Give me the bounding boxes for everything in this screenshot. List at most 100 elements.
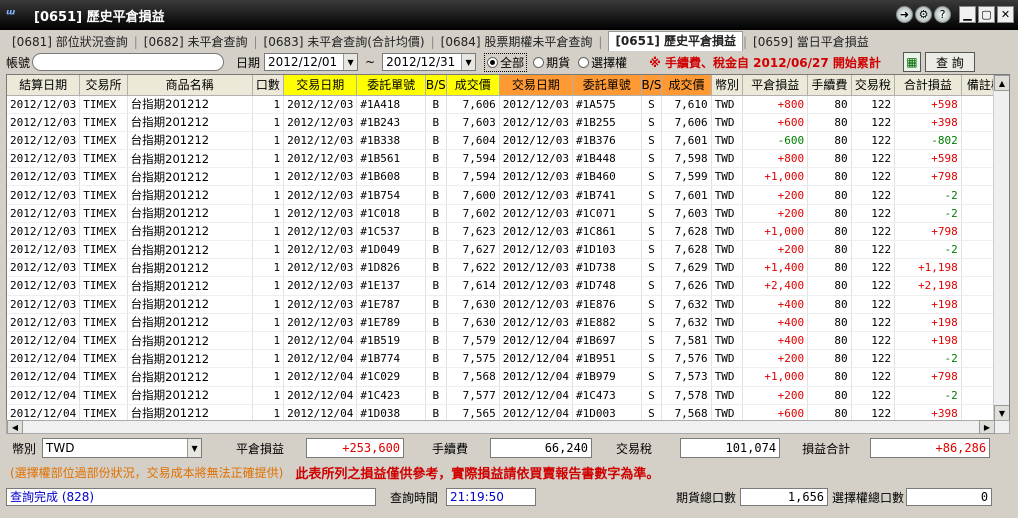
cell-realized-pnl: +400: [742, 295, 809, 314]
radio-futures-label: 期貨: [546, 55, 571, 70]
tab-0684[interactable]: [0684] 股票期權未平倉查詢: [435, 33, 599, 51]
cell-close-trade-date: 2012/12/03: [499, 295, 574, 314]
col-open-bs[interactable]: B/S: [425, 75, 447, 96]
cell-close-price: 7,632: [661, 313, 712, 332]
cell-product: 台指期201212: [127, 204, 253, 223]
chevron-down-icon[interactable]: ▼: [461, 54, 476, 70]
col-settle-date[interactable]: 結算日期: [7, 75, 81, 96]
scroll-left-icon[interactable]: ◀: [7, 420, 23, 434]
table-row[interactable]: 2012/12/04 TIMEX 台指期201212 1 2012/12/04 #1B77…: [7, 349, 1009, 369]
cell-open-bs: B: [425, 113, 447, 132]
date-to-picker[interactable]: 2012/12/31 ▼: [382, 53, 477, 71]
col-open-order-no[interactable]: 委託單號: [356, 75, 426, 96]
cell-close-price: 7,573: [661, 367, 712, 387]
table-row[interactable]: 2012/12/04 TIMEX 台指期201212 1 2012/12/04 #1C02…: [7, 367, 1009, 387]
col-currency[interactable]: 幣別: [711, 75, 744, 96]
table-row[interactable]: 2012/12/03 TIMEX 台指期201212 1 2012/12/03 #1B24…: [7, 113, 1009, 132]
cell-net-pnl: -2: [894, 386, 962, 405]
col-close-price[interactable]: 成交價: [661, 75, 712, 96]
cell-currency: TWD: [711, 258, 744, 278]
date-from-picker[interactable]: 2012/12/01 ▼: [264, 53, 359, 71]
tab-0681[interactable]: [0681] 部位狀況查詢: [6, 33, 134, 51]
cell-lots: 1: [252, 349, 285, 369]
table-row[interactable]: 2012/12/03 TIMEX 台指期201212 1 2012/12/03 #1C53…: [7, 222, 1009, 242]
col-open-price[interactable]: 成交價: [446, 75, 500, 96]
scroll-right-icon[interactable]: ▶: [979, 420, 995, 434]
cell-realized-pnl: +200: [742, 204, 809, 223]
query-button[interactable]: 查 詢: [924, 52, 975, 72]
cell-open-trade-date: 2012/12/03: [283, 222, 358, 242]
cell-fee: 80: [807, 349, 852, 369]
tab-0659[interactable]: [0659] 當日平倉損益: [747, 33, 875, 51]
cell-open-price: 7,630: [446, 295, 500, 314]
cell-close-bs: S: [641, 131, 663, 151]
cell-tax: 122: [851, 295, 896, 314]
scroll-up-icon[interactable]: ▲: [994, 75, 1009, 91]
table-row[interactable]: 2012/12/03 TIMEX 台指期201212 1 2012/12/03 #1C01…: [7, 204, 1009, 223]
scroll-down-icon[interactable]: ▼: [994, 405, 1009, 421]
cell-tax: 122: [851, 331, 896, 351]
radio-dot-icon: [578, 56, 590, 68]
table-row[interactable]: 2012/12/03 TIMEX 台指期201212 1 2012/12/03 #1E78…: [7, 313, 1009, 332]
table-row[interactable]: 2012/12/04 TIMEX 台指期201212 1 2012/12/04 #1B51…: [7, 331, 1009, 351]
col-net-pnl[interactable]: 合計損益: [894, 75, 962, 96]
chevron-down-icon[interactable]: ▼: [187, 439, 202, 457]
table-row[interactable]: 2012/12/03 TIMEX 台指期201212 1 2012/12/03 #1D82…: [7, 258, 1009, 278]
cell-open-trade-date: 2012/12/03: [283, 295, 358, 314]
cell-tax: 122: [851, 349, 896, 369]
minimize-button[interactable]: ▁: [959, 6, 976, 23]
cell-close-order-no: #1D738: [572, 258, 642, 278]
cell-close-trade-date: 2012/12/03: [499, 185, 574, 205]
forward-icon[interactable]: ➜: [896, 6, 913, 23]
table-row[interactable]: 2012/12/04 TIMEX 台指期201212 1 2012/12/04 #1C42…: [7, 386, 1009, 405]
cell-tax: 122: [851, 167, 896, 187]
tab-0683[interactable]: [0683] 未平倉查詢(合計均價): [258, 33, 431, 51]
account-input[interactable]: [32, 53, 225, 71]
vertical-scrollbar[interactable]: ▲ ▼: [993, 75, 1009, 421]
col-realized-pnl[interactable]: 平倉損益: [742, 75, 809, 96]
close-button[interactable]: ✕: [997, 6, 1014, 23]
cell-realized-pnl: +1,000: [742, 222, 809, 242]
cell-open-price: 7,579: [446, 331, 500, 351]
table-row[interactable]: 2012/12/03 TIMEX 台指期201212 1 2012/12/03 #1D04…: [7, 240, 1009, 260]
table-row[interactable]: 2012/12/03 TIMEX 台指期201212 1 2012/12/03 #1B56…: [7, 149, 1009, 169]
cell-settle-date: 2012/12/03: [7, 204, 81, 223]
col-tax[interactable]: 交易稅: [851, 75, 896, 96]
col-fee[interactable]: 手續費: [807, 75, 852, 96]
col-close-trade-date[interactable]: 交易日期: [499, 75, 574, 96]
table-row[interactable]: 2012/12/03 TIMEX 台指期201212 1 2012/12/03 #1B33…: [7, 131, 1009, 151]
cell-net-pnl: +398: [894, 113, 962, 132]
currency-select[interactable]: TWD ▼: [42, 438, 203, 458]
cell-open-order-no: #1C423: [356, 386, 426, 405]
col-exchange[interactable]: 交易所: [79, 75, 128, 96]
maximize-button[interactable]: ▢: [978, 6, 995, 23]
net-pnl-label: 損益合計: [802, 441, 851, 456]
table-row[interactable]: 2012/12/03 TIMEX 台指期201212 1 2012/12/03 #1E78…: [7, 295, 1009, 314]
tab-0682[interactable]: [0682] 未平倉查詢: [138, 33, 254, 51]
radio-all-label: 全部: [500, 55, 525, 70]
col-open-trade-date[interactable]: 交易日期: [283, 75, 358, 96]
table-row[interactable]: 2012/12/03 TIMEX 台指期201212 1 2012/12/03 #1B75…: [7, 185, 1009, 205]
chevron-down-icon[interactable]: ▼: [343, 54, 358, 70]
radio-options[interactable]: 選擇權: [578, 54, 627, 71]
cell-realized-pnl: +800: [742, 95, 809, 114]
table-row[interactable]: 2012/12/03 TIMEX 台指期201212 1 2012/12/03 #1A41…: [7, 95, 1009, 114]
table-row[interactable]: 2012/12/03 TIMEX 台指期201212 1 2012/12/03 #1E13…: [7, 276, 1009, 296]
horizontal-scrollbar[interactable]: ◀ ▶: [6, 420, 1010, 434]
table-row[interactable]: 2012/12/03 TIMEX 台指期201212 1 2012/12/03 #1B60…: [7, 167, 1009, 187]
cell-product: 台指期201212: [127, 367, 253, 387]
excel-export-icon[interactable]: ▦: [902, 52, 921, 72]
col-lots[interactable]: 口數: [252, 75, 285, 96]
help-icon[interactable]: ?: [934, 6, 951, 23]
cell-fee: 80: [807, 276, 852, 296]
col-product[interactable]: 商品名稱: [127, 75, 253, 96]
settings-icon[interactable]: ⚙: [915, 6, 932, 23]
col-close-order-no[interactable]: 委託單號: [572, 75, 642, 96]
tab-0651[interactable]: [0651] 歷史平倉損益: [608, 31, 743, 51]
cell-tax: 122: [851, 131, 896, 151]
radio-all[interactable]: 全部: [484, 52, 528, 72]
col-close-bs[interactable]: B/S: [641, 75, 663, 96]
cell-product: 台指期201212: [127, 349, 253, 369]
cell-open-bs: B: [425, 204, 447, 223]
radio-futures[interactable]: 期貨: [533, 54, 570, 71]
